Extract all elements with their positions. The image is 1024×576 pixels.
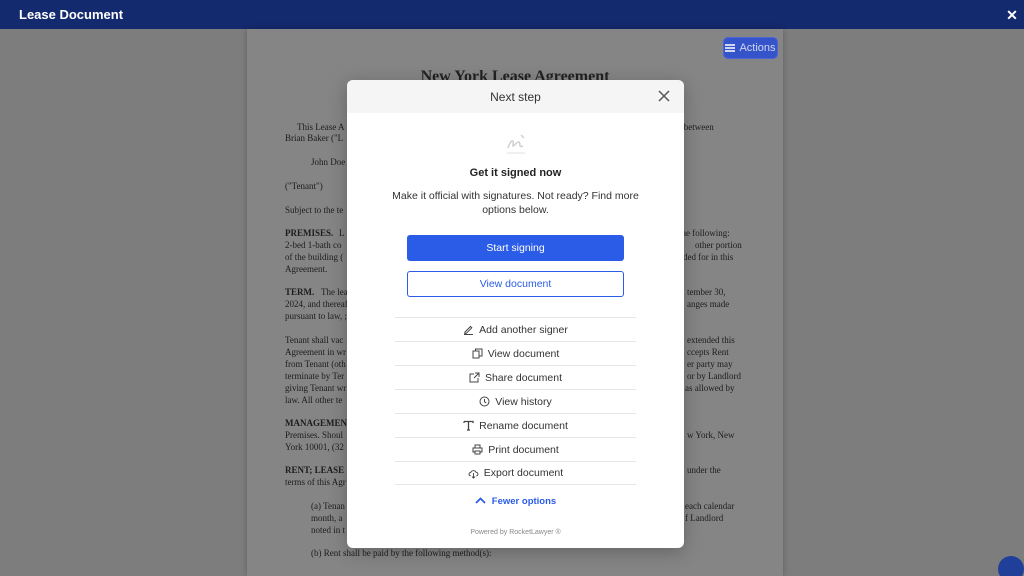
doc-text: ccepts Rent bbox=[687, 347, 729, 357]
modal-close-icon[interactable] bbox=[657, 89, 671, 103]
actions-button[interactable]: Actions bbox=[723, 37, 778, 59]
doc-text: f Landlord bbox=[685, 513, 724, 523]
option-view-history[interactable]: View history bbox=[395, 389, 636, 413]
doc-text: as allowed by bbox=[685, 383, 735, 393]
doc-text: under the bbox=[687, 465, 721, 475]
chevron-up-icon bbox=[475, 496, 486, 507]
next-step-modal: Next step Get it signed now Make it offi… bbox=[347, 80, 684, 548]
option-print-document[interactable]: Print document bbox=[395, 437, 636, 461]
doc-text: each calendar bbox=[685, 501, 735, 511]
modal-subtext: Make it official with signatures. Not re… bbox=[392, 190, 639, 216]
printer-icon bbox=[472, 444, 483, 455]
window-title: Lease Document bbox=[19, 7, 124, 22]
fewer-options-toggle[interactable]: Fewer options bbox=[347, 496, 684, 507]
copy-icon bbox=[472, 348, 483, 359]
option-label: Rename document bbox=[479, 419, 568, 432]
powered-by-text: Powered by RocketLawyer ® bbox=[470, 529, 561, 536]
close-icon[interactable]: ✕ bbox=[1004, 7, 1020, 23]
doc-text: or by Landlord bbox=[687, 371, 741, 381]
start-signing-button[interactable]: Start signing bbox=[407, 235, 624, 261]
doc-text: ded for in this bbox=[683, 252, 734, 262]
app-topbar: Lease Document ✕ bbox=[0, 0, 1024, 29]
clock-icon bbox=[479, 396, 490, 407]
doc-text: other portion bbox=[695, 240, 742, 250]
options-list: Add another signer View document Share d… bbox=[395, 317, 636, 485]
option-label: View history bbox=[495, 395, 552, 408]
cloud-download-icon bbox=[468, 468, 479, 479]
view-document-button[interactable]: View document bbox=[407, 271, 624, 297]
option-label: View document bbox=[487, 347, 560, 360]
share-icon bbox=[469, 372, 480, 383]
fewer-options-label: Fewer options bbox=[491, 496, 557, 507]
doc-text: the following: bbox=[679, 228, 730, 238]
option-export-document[interactable]: Export document bbox=[395, 461, 636, 485]
doc-text: (b) Rent shall be paid by the following … bbox=[311, 548, 492, 558]
option-view-document[interactable]: View document bbox=[395, 341, 636, 365]
signature-icon bbox=[503, 131, 529, 157]
option-label: Add another signer bbox=[479, 323, 568, 336]
option-label: Export document bbox=[483, 467, 564, 479]
modal-title: Next step bbox=[490, 89, 541, 104]
pen-icon bbox=[463, 324, 474, 335]
modal-header: Next step bbox=[347, 80, 684, 113]
doc-text: extended this bbox=[687, 335, 735, 345]
option-add-another-signer[interactable]: Add another signer bbox=[395, 317, 636, 341]
doc-text: anges made bbox=[687, 299, 730, 309]
actions-button-label: Actions bbox=[739, 42, 776, 54]
chat-bubble-icon[interactable] bbox=[998, 556, 1024, 576]
menu-icon bbox=[725, 44, 736, 52]
option-label: Share document bbox=[484, 371, 563, 384]
doc-text: er party may bbox=[687, 359, 733, 369]
doc-text: d between bbox=[677, 122, 714, 132]
option-share-document[interactable]: Share document bbox=[395, 365, 636, 389]
modal-heading: Get it signed now bbox=[469, 167, 562, 179]
option-rename-document[interactable]: Rename document bbox=[395, 413, 636, 437]
doc-text: tember 30, bbox=[687, 287, 726, 297]
option-label: Print document bbox=[488, 443, 559, 456]
text-icon bbox=[463, 420, 474, 431]
